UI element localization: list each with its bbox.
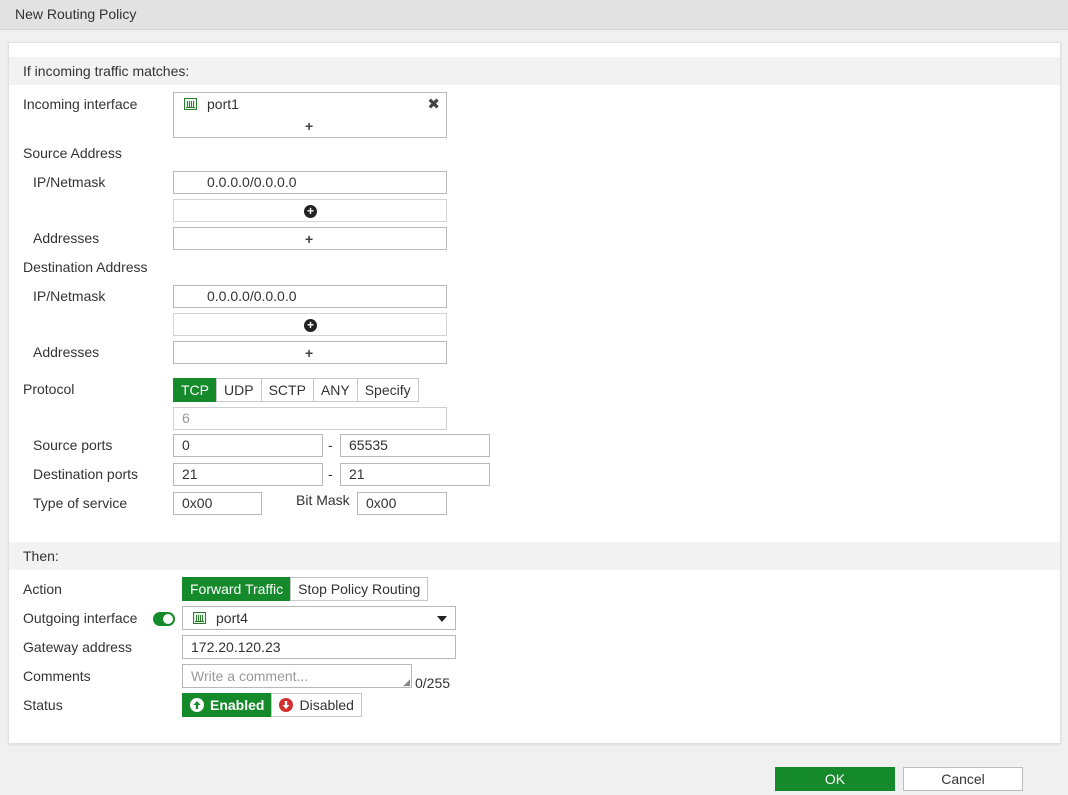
add-circle-icon[interactable]: + — [304, 205, 317, 218]
port-range-dash: - — [328, 437, 333, 453]
incoming-interface-field[interactable]: port1 ✖ + — [173, 92, 447, 138]
protocol-tcp-button[interactable]: TCP — [173, 378, 217, 402]
action-label: Action — [23, 581, 62, 597]
port-icon — [184, 98, 197, 110]
protocol-any-button[interactable]: ANY — [312, 378, 358, 402]
destination-add-ip-row[interactable]: + — [173, 313, 447, 336]
ok-button[interactable]: OK — [775, 767, 895, 791]
status-selector: Enabled Disabled — [182, 693, 362, 717]
then-section-title: Then: — [23, 548, 59, 564]
source-ports-label: Source ports — [33, 437, 113, 453]
incoming-interface-label: Incoming interface — [23, 96, 138, 112]
outgoing-interface-value: port4 — [216, 610, 248, 626]
cancel-button[interactable]: Cancel — [903, 767, 1023, 791]
destination-addresses-field[interactable]: + — [173, 341, 447, 364]
protocol-udp-button[interactable]: UDP — [216, 378, 262, 402]
forward-traffic-button[interactable]: Forward Traffic — [182, 577, 292, 601]
gateway-label: Gateway address — [23, 639, 132, 655]
destination-ports-label: Destination ports — [33, 466, 139, 482]
source-address-label: Source Address — [23, 145, 122, 161]
source-port-to-value: 65535 — [349, 437, 388, 453]
comments-label: Comments — [23, 668, 91, 684]
destination-ip-value: 0.0.0.0/0.0.0.0 — [207, 288, 297, 304]
dialog-panel — [8, 42, 1061, 744]
gateway-value: 172.20.120.23 — [191, 639, 281, 655]
protocol-number-input[interactable]: 6 — [173, 407, 447, 430]
source-port-from-input[interactable]: 0 — [173, 434, 323, 457]
comments-textarea[interactable]: Write a comment... ◢ — [182, 664, 412, 688]
status-enabled-label: Enabled — [210, 697, 265, 713]
add-destination-address-icon[interactable]: + — [305, 346, 313, 360]
source-addresses-field[interactable]: + — [173, 227, 447, 250]
outgoing-interface-select[interactable]: port4 — [182, 606, 456, 630]
destination-port-to-input[interactable]: 21 — [340, 463, 490, 486]
protocol-label: Protocol — [23, 381, 75, 397]
window-title: New Routing Policy — [15, 6, 137, 22]
source-add-ip-row[interactable]: + — [173, 199, 447, 222]
source-ip-input[interactable]: 0.0.0.0/0.0.0.0 — [173, 171, 447, 194]
stop-policy-routing-button[interactable]: Stop Policy Routing — [290, 577, 429, 601]
bitmask-label: Bit Mask — [296, 492, 350, 508]
protocol-selector: TCP UDP SCTP ANY Specify — [173, 378, 419, 402]
destination-address-label: Destination Address — [23, 259, 148, 275]
remove-icon[interactable]: ✖ — [427, 95, 440, 113]
status-label: Status — [23, 697, 63, 713]
port-icon — [193, 612, 206, 624]
outgoing-interface-label: Outgoing interface — [23, 610, 138, 626]
comments-placeholder: Write a comment... — [191, 668, 309, 684]
then-section-header: Then: — [9, 542, 1060, 570]
destination-port-from-value: 21 — [182, 466, 198, 482]
destination-port-to-value: 21 — [349, 466, 365, 482]
source-port-from-value: 0 — [182, 437, 190, 453]
resize-handle-icon[interactable]: ◢ — [403, 678, 410, 687]
source-addresses-label: Addresses — [33, 230, 100, 246]
protocol-number-value: 6 — [182, 410, 190, 426]
add-source-address-icon[interactable]: + — [305, 232, 313, 246]
source-port-to-input[interactable]: 65535 — [340, 434, 490, 457]
arrow-down-circle-icon — [279, 698, 294, 712]
tos-value: 0x00 — [182, 495, 213, 511]
destination-ip-label: IP/Netmask — [33, 288, 106, 304]
source-ip-label: IP/Netmask — [33, 174, 106, 190]
add-circle-icon[interactable]: + — [304, 319, 317, 332]
add-interface-icon[interactable]: + — [305, 119, 313, 133]
match-section-header: If incoming traffic matches: — [9, 57, 1060, 85]
destination-addresses-label: Addresses — [33, 344, 100, 360]
gateway-input[interactable]: 172.20.120.23 — [182, 635, 456, 659]
incoming-interface-value: port1 — [207, 96, 239, 112]
arrow-up-circle-icon — [190, 698, 204, 712]
status-disabled-label: Disabled — [299, 697, 354, 713]
chevron-down-icon — [437, 616, 447, 622]
status-disabled-button[interactable]: Disabled — [271, 693, 362, 717]
bitmask-input[interactable]: 0x00 — [357, 492, 447, 515]
action-selector: Forward Traffic Stop Policy Routing — [182, 577, 429, 601]
destination-port-from-input[interactable]: 21 — [173, 463, 323, 486]
source-ip-value: 0.0.0.0/0.0.0.0 — [207, 174, 297, 190]
bitmask-value: 0x00 — [366, 495, 397, 511]
destination-ip-input[interactable]: 0.0.0.0/0.0.0.0 — [173, 285, 447, 308]
status-enabled-button[interactable]: Enabled — [182, 693, 273, 717]
window-titlebar: New Routing Policy — [0, 0, 1068, 30]
protocol-sctp-button[interactable]: SCTP — [260, 378, 314, 402]
comments-counter: 0/255 — [415, 675, 451, 691]
port-range-dash: - — [328, 466, 333, 482]
protocol-specify-button[interactable]: Specify — [356, 378, 419, 402]
match-section-title: If incoming traffic matches: — [23, 63, 190, 79]
outgoing-interface-toggle[interactable] — [153, 612, 175, 626]
tos-input[interactable]: 0x00 — [173, 492, 262, 515]
tos-label: Type of service — [33, 495, 128, 511]
